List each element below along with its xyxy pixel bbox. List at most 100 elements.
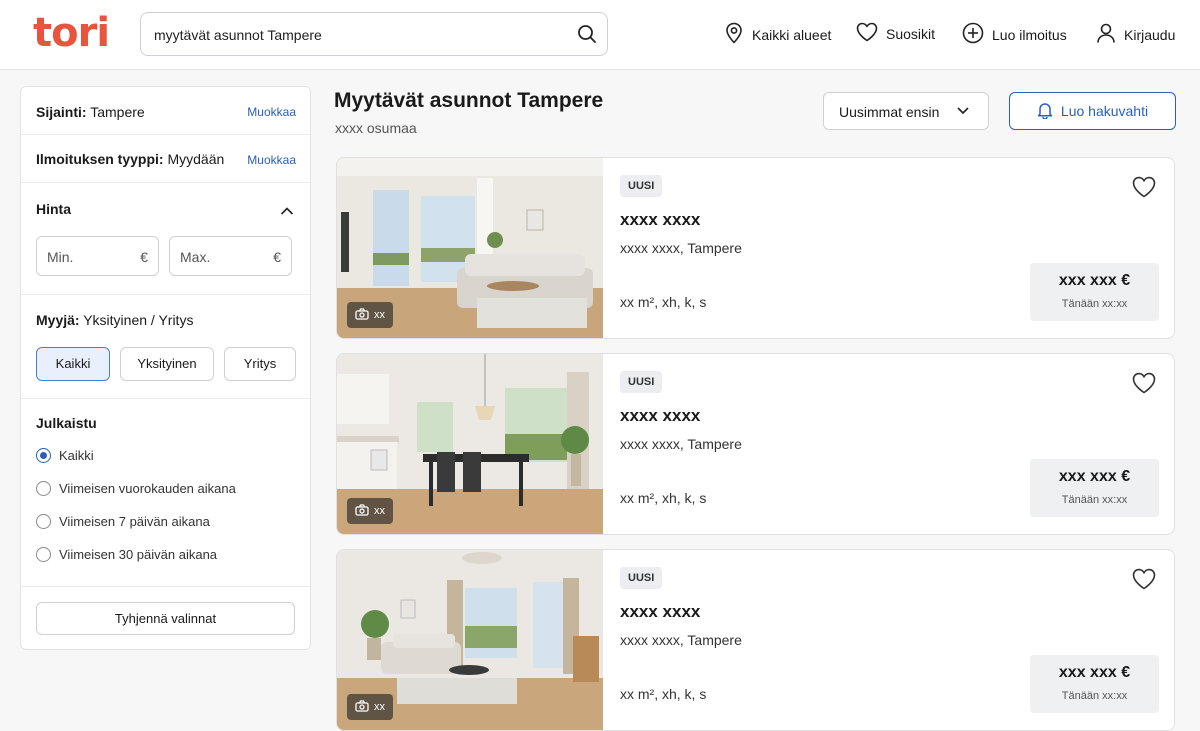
listing-title[interactable]: xxxx xxxx: [620, 602, 700, 622]
new-badge: UUSI: [620, 567, 663, 589]
search-icon[interactable]: [577, 24, 597, 49]
seller-option-all[interactable]: Kaikki: [36, 347, 110, 381]
radio-label: Kaikki: [59, 448, 94, 463]
listing-title[interactable]: xxxx xxxx: [620, 210, 700, 230]
radio-selected-icon[interactable]: [36, 448, 51, 463]
page-title: Myytävät asunnot Tampere: [334, 89, 604, 112]
listing-photo[interactable]: xx: [337, 158, 603, 338]
listing-date: Tänään xx:xx: [1061, 690, 1128, 702]
sort-dropdown[interactable]: Uusimmat ensin: [823, 92, 989, 130]
nav-login[interactable]: Kirjaudu: [1096, 22, 1175, 47]
sort-label: Uusimmat ensin: [839, 104, 940, 120]
tori-logo[interactable]: tori: [33, 10, 110, 56]
price-max-field[interactable]: Max. €: [169, 236, 292, 276]
price-box: xxx xxx € Tänään xx:xx: [1030, 655, 1159, 713]
nav-label: Luo ilmoitus: [992, 26, 1067, 43]
location-value: Tampere: [90, 104, 145, 120]
search-bar[interactable]: myytävät asunnot Tampere: [140, 12, 608, 56]
new-badge: UUSI: [620, 175, 663, 197]
filter-listing-type: Ilmoituksen tyyppi: Myydään Muokkaa: [21, 135, 310, 183]
price-box: xxx xxx € Tänään xx:xx: [1030, 263, 1159, 321]
seller-option-company[interactable]: Yritys: [224, 347, 296, 381]
listing-card[interactable]: xx UUSI xxxx xxxx xxxx xxxx, Tampere xx …: [336, 157, 1175, 339]
filter-location: Sijainti: Tampere Muokkaa: [21, 87, 310, 135]
chevron-down-icon: [956, 103, 970, 120]
photo-count: xx: [374, 701, 385, 713]
listing-price: xxx xxx €: [1058, 664, 1131, 681]
listing-type-label: Ilmoituksen tyyppi:: [36, 151, 164, 167]
favorite-heart-icon[interactable]: [1132, 568, 1156, 595]
published-label: Julkaistu: [36, 415, 97, 431]
price-min-placeholder: Min.: [47, 249, 74, 265]
listing-photo[interactable]: xx: [337, 354, 603, 534]
photo-count-badge: xx: [347, 694, 393, 720]
listing-type-value: Myydään: [167, 151, 225, 167]
listing-date: Tänään xx:xx: [1061, 298, 1128, 310]
nav-label: Kaikki alueet: [752, 26, 832, 43]
nav-all-areas[interactable]: Kaikki alueet: [724, 22, 831, 47]
listing-price: xxx xxx €: [1058, 272, 1131, 289]
seller-label: Myyjä:: [36, 312, 80, 328]
top-header: tori myytävät asunnot Tampere Kaikki alu…: [0, 0, 1200, 70]
nav-label: Suosikit: [886, 25, 936, 42]
price-box: xxx xxx € Tänään xx:xx: [1030, 459, 1159, 517]
camera-icon: [355, 503, 369, 519]
price-min-field[interactable]: Min. €: [36, 236, 159, 276]
photo-count: xx: [374, 505, 385, 517]
radio-icon[interactable]: [36, 547, 51, 562]
published-option-7d[interactable]: Viimeisen 7 päivän aikana: [36, 514, 210, 529]
nav-label: Kirjaudu: [1124, 26, 1176, 43]
listing-specs: xx m², xh, k, s: [620, 490, 707, 506]
seller-value: Yksityinen / Yritys: [83, 312, 194, 328]
listing-location: xxxx xxxx, Tampere: [620, 436, 742, 452]
plus-circle-icon: [962, 22, 984, 47]
chevron-up-icon[interactable]: [280, 203, 294, 221]
radio-icon[interactable]: [36, 514, 51, 529]
alert-label: Luo hakuvahti: [1060, 103, 1149, 119]
edit-location-link[interactable]: Muokkaa: [247, 105, 296, 119]
result-count: xxxx osumaa: [335, 120, 417, 136]
seller-option-private[interactable]: Yksityinen: [120, 347, 214, 381]
nav-create-listing[interactable]: Luo ilmoitus: [962, 22, 1067, 47]
radio-label: Viimeisen vuorokauden aikana: [59, 481, 236, 496]
listing-specs: xx m², xh, k, s: [620, 294, 707, 310]
listing-location: xxxx xxxx, Tampere: [620, 632, 742, 648]
clear-filters-button[interactable]: Tyhjennä valinnat: [36, 602, 295, 635]
search-input[interactable]: myytävät asunnot Tampere: [154, 27, 322, 43]
listing-specs: xx m², xh, k, s: [620, 686, 707, 702]
photo-count: xx: [374, 309, 385, 321]
radio-label: Viimeisen 30 päivän aikana: [59, 547, 218, 562]
create-search-alert-button[interactable]: Luo hakuvahti: [1009, 92, 1176, 130]
radio-icon[interactable]: [36, 481, 51, 496]
currency-symbol: €: [273, 249, 281, 265]
camera-icon: [355, 307, 369, 323]
price-max-placeholder: Max.: [180, 249, 211, 265]
favorite-heart-icon[interactable]: [1132, 176, 1156, 203]
listing-card[interactable]: xx UUSI xxxx xxxx xxxx xxxx, Tampere xx …: [336, 549, 1175, 731]
heart-icon: [856, 22, 878, 45]
user-icon: [1096, 22, 1116, 47]
bell-icon: [1037, 101, 1053, 122]
listing-date: Tänään xx:xx: [1061, 494, 1128, 506]
photo-count-badge: xx: [347, 302, 393, 328]
published-option-all[interactable]: Kaikki: [36, 448, 94, 463]
photo-count-badge: xx: [347, 498, 393, 524]
published-option-30d[interactable]: Viimeisen 30 päivän aikana: [36, 547, 217, 562]
price-label: Hinta: [36, 201, 71, 217]
listing-title[interactable]: xxxx xxxx: [620, 406, 700, 426]
edit-listing-type-link[interactable]: Muokkaa: [247, 153, 296, 167]
camera-icon: [355, 699, 369, 715]
nav-favorites[interactable]: Suosikit: [856, 22, 935, 45]
listing-photo[interactable]: xx: [337, 550, 603, 730]
listing-price: xxx xxx €: [1058, 468, 1131, 485]
filter-price: Hinta Min. € Max. €: [21, 183, 310, 295]
currency-symbol: €: [140, 249, 148, 265]
listing-location: xxxx xxxx, Tampere: [620, 240, 742, 256]
favorite-heart-icon[interactable]: [1132, 372, 1156, 399]
published-option-24h[interactable]: Viimeisen vuorokauden aikana: [36, 481, 236, 496]
new-badge: UUSI: [620, 371, 663, 393]
location-label: Sijainti:: [36, 104, 87, 120]
filter-sidebar: Sijainti: Tampere Muokkaa Ilmoituksen ty…: [20, 86, 311, 650]
listing-card[interactable]: xx UUSI xxxx xxxx xxxx xxxx, Tampere xx …: [336, 353, 1175, 535]
location-pin-icon: [724, 22, 744, 47]
